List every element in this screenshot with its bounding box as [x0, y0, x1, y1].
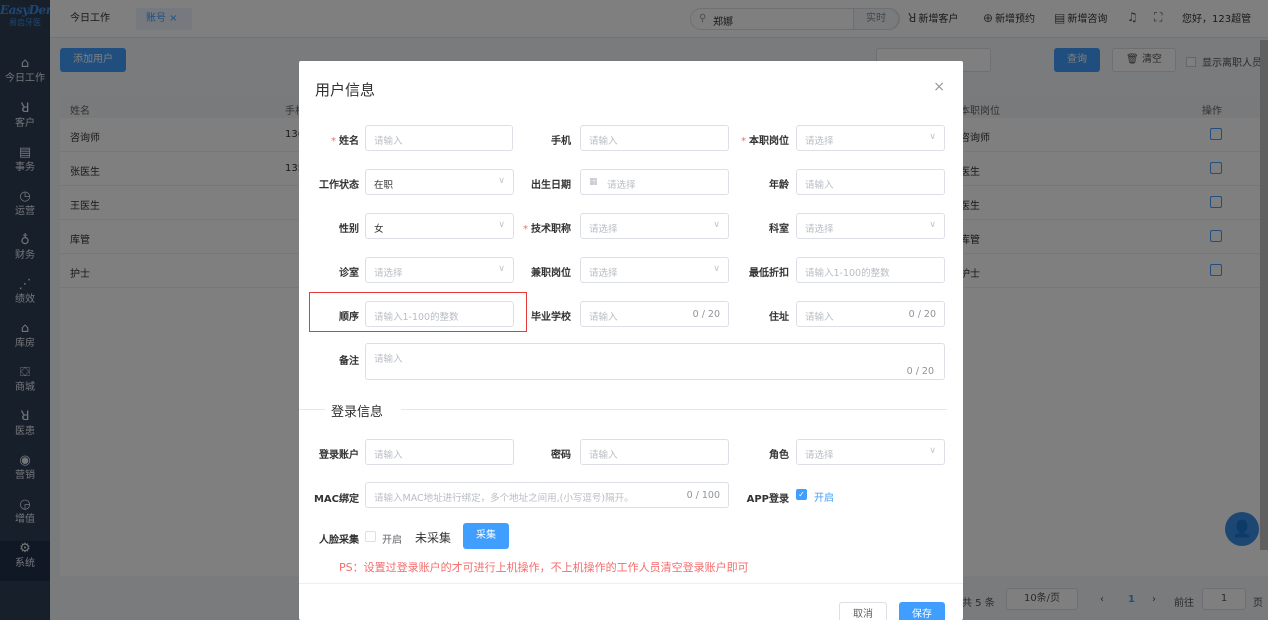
min-discount-input[interactable]: 请输入1-100的整数 — [796, 257, 945, 283]
school-counter: 0 / 20 — [692, 309, 720, 320]
name-input[interactable]: 请输入 — [365, 125, 513, 151]
face-label: 人脸采集 — [319, 535, 359, 546]
phone-input[interactable]: 请输入 — [580, 125, 729, 151]
address-input[interactable]: 请输入 0 / 20 — [796, 301, 945, 327]
tech-title-placeholder: 请选择 — [589, 224, 618, 235]
age-placeholder: 请输入 — [805, 180, 834, 191]
school-input[interactable]: 请输入 0 / 20 — [580, 301, 729, 327]
name-label: * 姓名 — [331, 136, 359, 147]
close-icon[interactable]: × — [933, 79, 945, 95]
face-status: 未采集 — [415, 531, 452, 545]
tech-title-select[interactable]: 请选择 ∨ — [580, 213, 729, 239]
role-select[interactable]: 请选择 ∨ — [796, 439, 945, 465]
app-login-option[interactable]: 开启 — [814, 489, 834, 504]
account-input[interactable]: 请输入 — [365, 439, 514, 465]
face-option[interactable]: 开启 — [382, 531, 402, 546]
phone-placeholder: 请输入 — [589, 136, 618, 147]
address-label: 住址 — [769, 312, 789, 323]
order-input[interactable]: 请输入1-100的整数 — [365, 301, 514, 327]
remark-placeholder: 请输入 — [374, 354, 403, 365]
dialog-footer: 取消 保存 — [299, 583, 963, 620]
post-placeholder: 请选择 — [805, 136, 834, 147]
chevron-down-icon: ∨ — [713, 220, 720, 230]
department-select[interactable]: 请选择 ∨ — [796, 213, 945, 239]
post-select[interactable]: 请选择 ∨ — [796, 125, 945, 151]
app-login-checkbox[interactable]: ✓ — [796, 489, 807, 500]
login-info-section: 登录信息 — [299, 399, 963, 420]
chevron-down-icon: ∨ — [929, 220, 936, 230]
role-placeholder: 请选择 — [805, 450, 834, 461]
birth-label: 出生日期 — [531, 180, 571, 191]
save-button[interactable]: 保存 — [899, 602, 945, 620]
school-label: 毕业学校 — [531, 312, 571, 323]
birth-placeholder: 请选择 — [607, 180, 636, 191]
concurrent-post-placeholder: 请选择 — [589, 268, 618, 279]
remark-counter: 0 / 20 — [906, 366, 934, 377]
name-placeholder: 请输入 — [374, 136, 403, 147]
mac-counter: 0 / 100 — [686, 490, 720, 501]
remark-textarea[interactable]: 请输入 0 / 20 — [365, 343, 945, 380]
work-status-value: 在职 — [374, 180, 394, 191]
school-placeholder: 请输入 — [589, 312, 618, 323]
gender-select[interactable]: 女 ∨ — [365, 213, 514, 239]
order-placeholder: 请输入1-100的整数 — [374, 312, 459, 323]
chevron-down-icon: ∨ — [498, 220, 505, 230]
clinic-room-label: 诊室 — [339, 268, 359, 279]
chevron-down-icon: ∨ — [713, 264, 720, 274]
age-input[interactable]: 请输入 — [796, 169, 945, 195]
dialog-title: 用户信息 — [315, 81, 376, 99]
work-status-select[interactable]: 在职 ∨ — [365, 169, 514, 195]
password-placeholder: 请输入 — [589, 450, 618, 461]
chevron-down-icon: ∨ — [929, 446, 936, 456]
concurrent-post-select[interactable]: 请选择 ∨ — [580, 257, 729, 283]
work-status-label: 工作状态 — [319, 180, 359, 191]
age-label: 年龄 — [769, 180, 789, 191]
concurrent-post-label: 兼职岗位 — [531, 268, 571, 279]
ps-note: PS：设置过登录账户的才可进行上机操作，不上机操作的工作人员清空登录账户即可 — [339, 561, 749, 574]
user-info-dialog: 用户信息 × * 姓名 请输入 手机 请输入 * 本职岗位 请选择 ∨ 工作状态 在职… — [299, 61, 963, 620]
calendar-icon: ▦ — [589, 177, 598, 187]
gender-label: 性别 — [339, 224, 359, 235]
mac-input[interactable]: 请输入MAC地址进行绑定，多个地址之间用,(小写逗号)隔开。 0 / 100 — [365, 482, 729, 508]
department-placeholder: 请选择 — [805, 224, 834, 235]
password-input[interactable]: 请输入 — [580, 439, 729, 465]
divider — [299, 409, 325, 410]
cancel-button[interactable]: 取消 — [839, 602, 887, 620]
min-discount-label: 最低折扣 — [749, 268, 789, 279]
gender-value: 女 — [374, 224, 384, 235]
min-discount-placeholder: 请输入1-100的整数 — [805, 268, 890, 279]
post-label: * 本职岗位 — [741, 136, 789, 147]
order-label: 顺序 — [339, 312, 359, 323]
chevron-down-icon: ∨ — [498, 176, 505, 186]
address-counter: 0 / 20 — [908, 309, 936, 320]
clinic-room-select[interactable]: 请选择 ∨ — [365, 257, 514, 283]
chevron-down-icon: ∨ — [929, 132, 936, 142]
account-label: 登录账户 — [319, 450, 359, 461]
divider — [401, 409, 947, 410]
address-placeholder: 请输入 — [805, 312, 834, 323]
remark-label: 备注 — [339, 356, 359, 367]
department-label: 科室 — [769, 224, 789, 235]
collect-face-button[interactable]: 采集 — [463, 523, 509, 549]
account-placeholder: 请输入 — [374, 450, 403, 461]
role-label: 角色 — [769, 450, 789, 461]
login-section-title: 登录信息 — [331, 405, 384, 420]
mac-placeholder: 请输入MAC地址进行绑定，多个地址之间用,(小写逗号)隔开。 — [374, 493, 634, 504]
chevron-down-icon: ∨ — [498, 264, 505, 274]
clinic-room-placeholder: 请选择 — [374, 268, 403, 279]
mac-label: MAC绑定 — [313, 494, 359, 505]
birth-date-picker[interactable]: ▦ 请选择 — [580, 169, 729, 195]
password-label: 密码 — [551, 450, 571, 461]
phone-label: 手机 — [551, 136, 571, 147]
app-login-label: APP登录 — [746, 494, 789, 505]
face-checkbox[interactable] — [365, 531, 376, 542]
tech-title-label: * 技术职称 — [523, 224, 571, 235]
